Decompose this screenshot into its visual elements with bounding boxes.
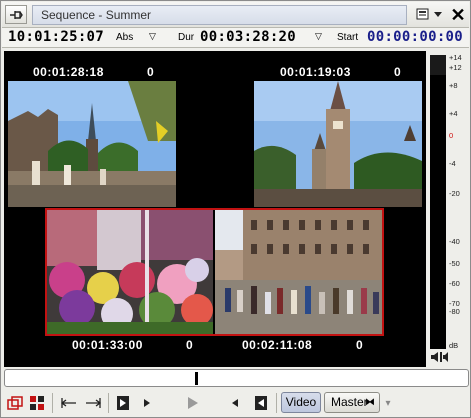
quad-4-timecode: 00:02:11:08 <box>242 338 313 352</box>
pin-icon[interactable] <box>5 5 27 24</box>
current-timecode[interactable]: 10:01:25:07 <box>8 29 104 45</box>
meter-tick: dB <box>449 341 459 350</box>
go-to-out-icon[interactable] <box>84 393 102 413</box>
close-icon[interactable]: ✕ <box>448 4 468 26</box>
toolbar-separator <box>276 393 277 413</box>
play-icon[interactable] <box>184 393 202 413</box>
video-button[interactable]: Video <box>281 392 321 413</box>
quad-1-frames: 0 <box>147 65 155 79</box>
timecode-bar: 10:01:25:07 Abs ▽ Dur 00:03:28:20 ▽ Star… <box>2 28 469 48</box>
meter-tick: +12 <box>449 63 462 72</box>
meter-tick: -50 <box>449 259 460 268</box>
meter-tick: -60 <box>449 279 460 288</box>
start-timecode[interactable]: 00:00:00:00 <box>367 29 463 45</box>
meter-tick: +14 <box>449 53 462 62</box>
quad-3-timecode: 00:01:33:00 <box>72 338 143 352</box>
meter-tick-zero: 0 <box>449 131 454 140</box>
mode-dropdown-icon[interactable]: ▽ <box>149 31 156 42</box>
link-icon: ⧓ <box>365 397 375 408</box>
safe-area-icon[interactable] <box>6 393 24 413</box>
window-title: Sequence - Summer <box>32 5 407 25</box>
quad-1-video[interactable] <box>8 81 176 207</box>
meter-tick: +4 <box>449 109 458 118</box>
window-menu-icon[interactable] <box>413 5 445 25</box>
quad-4-video[interactable] <box>215 210 382 334</box>
quad-3-frames: 0 <box>186 338 194 352</box>
quad-4-frames: 0 <box>356 338 364 352</box>
mark-out-icon[interactable] <box>252 393 270 413</box>
duration-timecode[interactable]: 00:03:28:20 <box>200 29 296 45</box>
meter-tick: -40 <box>449 237 460 246</box>
quad-split-preview[interactable]: 00:01:28:18 0 00:01:19:03 0 00:01:33:00 … <box>4 51 426 367</box>
prev-frame-icon[interactable] <box>140 393 154 413</box>
bottom-toolbar: Video Master ⧓ ▾ <box>2 389 469 417</box>
scrub-bar[interactable] <box>4 369 469 387</box>
go-to-in-icon[interactable] <box>60 393 78 413</box>
meter-tick: +8 <box>449 81 458 90</box>
start-label: Start <box>337 32 359 43</box>
speaker-icon[interactable] <box>430 351 450 366</box>
master-button[interactable]: Master ⧓ <box>324 392 380 413</box>
playhead[interactable] <box>195 372 198 385</box>
quad-view-icon[interactable] <box>28 393 46 413</box>
meter-bar <box>430 55 446 349</box>
sequence-viewer-window: Sequence - Summer ✕ 10:01:25:07 Abs ▽ Du… <box>0 0 471 418</box>
toolbar-separator <box>108 393 109 413</box>
quad-1-timecode: 00:01:28:18 <box>33 65 104 79</box>
audio-level-meter: +14 +12 +8 +4 0 -4 -20 -40 -50 -60 -70 -… <box>427 51 469 367</box>
mark-in-icon[interactable] <box>114 393 132 413</box>
quad-2-frames: 0 <box>394 65 402 79</box>
meter-tick: -20 <box>449 189 460 198</box>
toolbar-overflow-icon[interactable]: ▾ <box>382 393 394 413</box>
quad-2-video[interactable] <box>254 81 422 207</box>
time-mode-label: Abs <box>116 32 134 43</box>
next-frame-icon[interactable] <box>228 393 242 413</box>
duration-label: Dur <box>178 32 195 43</box>
toolbar-separator <box>52 393 53 413</box>
duration-dropdown-icon[interactable]: ▽ <box>315 31 322 42</box>
meter-tick: -80 <box>449 307 460 316</box>
quad-3-video[interactable] <box>47 210 213 334</box>
master-button-label: Master <box>331 395 368 409</box>
meter-tick: -4 <box>449 159 456 168</box>
title-bar: Sequence - Summer ✕ <box>2 2 469 28</box>
quad-2-timecode: 00:01:19:03 <box>280 65 351 79</box>
